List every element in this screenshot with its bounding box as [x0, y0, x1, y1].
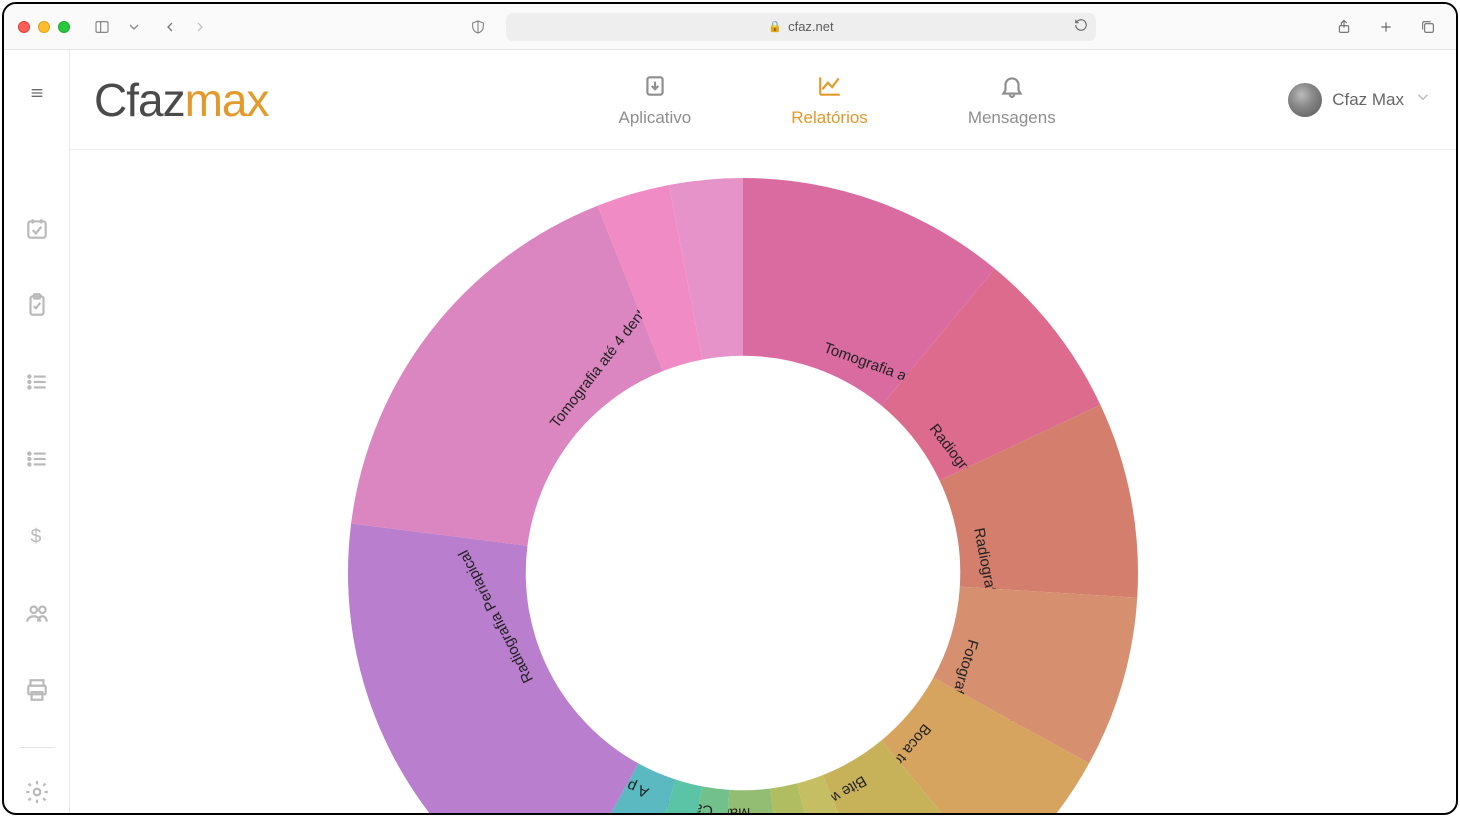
app-sidebar: $ — [4, 50, 70, 813]
share-button[interactable] — [1330, 13, 1358, 41]
browser-titlebar: 🔒 cfaz.net — [4, 4, 1456, 50]
download-icon — [642, 72, 668, 100]
svg-text:$: $ — [30, 526, 41, 548]
close-window-button[interactable] — [18, 21, 30, 33]
nav-mensagens[interactable]: Mensagens — [968, 72, 1056, 128]
app-topbar: Cfazmax Aplicativo Relatórios — [70, 50, 1456, 150]
bell-icon — [999, 72, 1025, 100]
user-menu[interactable]: Cfaz Max — [1288, 83, 1432, 117]
sidebar-clipboard-icon[interactable] — [13, 284, 61, 327]
donut-slice[interactable] — [348, 523, 638, 813]
sidebar-print-icon[interactable] — [13, 668, 61, 711]
logo-main-text: Cfaz — [94, 74, 185, 126]
sidebar-calendar-icon[interactable] — [13, 207, 61, 250]
app-logo: Cfazmax — [94, 73, 269, 127]
main-area: Cfazmax Aplicativo Relatórios — [70, 50, 1456, 813]
sidebar-users-icon[interactable] — [13, 591, 61, 634]
tab-dropdown-icon[interactable] — [126, 13, 142, 41]
tabs-overview-button[interactable] — [1414, 13, 1442, 41]
nav-relatorios[interactable]: Relatórios — [791, 72, 868, 128]
privacy-shield-icon[interactable] — [464, 13, 492, 41]
traffic-lights — [18, 21, 70, 33]
top-nav: Aplicativo Relatórios Mensagens — [619, 72, 1056, 128]
nav-aplicativo[interactable]: Aplicativo — [619, 72, 692, 128]
avatar — [1288, 83, 1322, 117]
chevron-down-icon — [1414, 88, 1432, 111]
nav-label: Mensagens — [968, 108, 1056, 128]
browser-window: 🔒 cfaz.net — [2, 2, 1458, 815]
sidebar-list-2-icon[interactable] — [13, 438, 61, 481]
sidebar-settings-icon[interactable] — [13, 770, 61, 813]
forward-button[interactable] — [186, 13, 214, 41]
lock-icon: 🔒 — [768, 20, 782, 33]
address-bar-url: cfaz.net — [788, 19, 834, 34]
maximize-window-button[interactable] — [58, 21, 70, 33]
sidebar-toggle-button[interactable] — [88, 13, 116, 41]
address-bar[interactable]: 🔒 cfaz.net — [506, 13, 1096, 41]
nav-label: Aplicativo — [619, 108, 692, 128]
app-body: $ Cfazmax — [4, 50, 1456, 813]
donut-chart[interactable]: Tomografia até 2 dentesRadiografia Inter… — [338, 168, 1148, 813]
sidebar-list-1-icon[interactable] — [13, 361, 61, 404]
logo-accent-text: max — [185, 74, 269, 126]
chart-line-icon — [817, 72, 843, 100]
minimize-window-button[interactable] — [38, 21, 50, 33]
back-button[interactable] — [156, 13, 184, 41]
donut-slice[interactable] — [351, 206, 663, 546]
hamburger-menu-button[interactable] — [23, 80, 51, 105]
user-name: Cfaz Max — [1332, 90, 1404, 110]
sidebar-money-icon[interactable]: $ — [13, 515, 61, 558]
reload-button[interactable] — [1074, 18, 1088, 35]
nav-label: Relatórios — [791, 108, 868, 128]
sidebar-separator — [19, 747, 55, 748]
chart-area: Tomografia até 2 dentesRadiografia Inter… — [70, 150, 1456, 813]
new-tab-button[interactable] — [1372, 13, 1400, 41]
